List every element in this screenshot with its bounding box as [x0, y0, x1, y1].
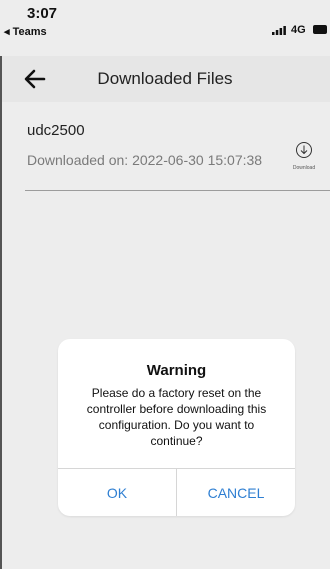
signal-icon — [272, 26, 286, 35]
status-time: 3:07 — [27, 5, 58, 22]
download-label: Download — [292, 165, 316, 171]
ok-button[interactable]: OK — [58, 469, 176, 516]
page-title: Downloaded Files — [97, 69, 233, 88]
file-name[interactable]: udc2500 — [27, 122, 85, 139]
file-download-date: Downloaded on: 2022-06-30 15:07:38 — [27, 152, 263, 168]
list-divider — [25, 190, 330, 191]
download-button[interactable]: Download — [287, 141, 321, 177]
app-screen: 3:07 ◂ Teams 4G Downloaded Files udc2500… — [0, 0, 330, 569]
battery-icon — [313, 25, 327, 34]
dialog-title: Warning — [146, 362, 207, 379]
network-type: 4G — [291, 24, 306, 36]
download-icon — [296, 142, 312, 158]
back-to-app-link[interactable]: ◂ Teams — [4, 25, 47, 38]
screen-edge-divider — [0, 56, 2, 569]
dialog-message: Please do a factory reset on the control… — [86, 386, 267, 448]
status-bar: 3:07 ◂ Teams 4G — [0, 0, 330, 56]
warning-dialog: Warning Please do a factory reset on the… — [58, 339, 295, 516]
cancel-button[interactable]: CANCEL — [176, 469, 295, 516]
dialog-actions: OK CANCEL — [58, 468, 295, 516]
app-header: Downloaded Files — [0, 56, 330, 102]
